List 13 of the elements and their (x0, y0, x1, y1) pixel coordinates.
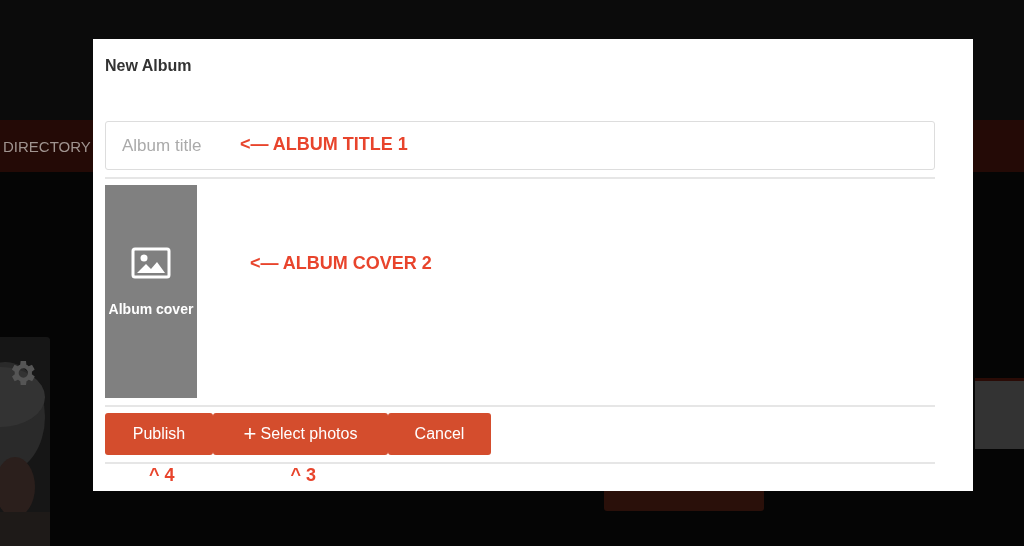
dialog-title: New Album (105, 57, 193, 75)
annotation: <— ALBUM TITLE 1 (240, 134, 408, 155)
album-cover[interactable]: Album cover (105, 185, 197, 398)
cover-label: Album cover (108, 301, 194, 317)
publish-button[interactable]: Publish (105, 413, 213, 455)
annotation: ^ 4 (149, 465, 175, 486)
image-icon (131, 247, 171, 279)
annotation: <— ALBUM COVER 2 (250, 253, 432, 274)
select-photos-button[interactable]: + Select photos (213, 413, 388, 455)
side-panel (975, 378, 1024, 449)
nav-item[interactable]: DIRECTORY (3, 137, 91, 155)
cancel-button[interactable]: Cancel (388, 413, 491, 455)
annotation: ^ 3 (290, 465, 317, 486)
